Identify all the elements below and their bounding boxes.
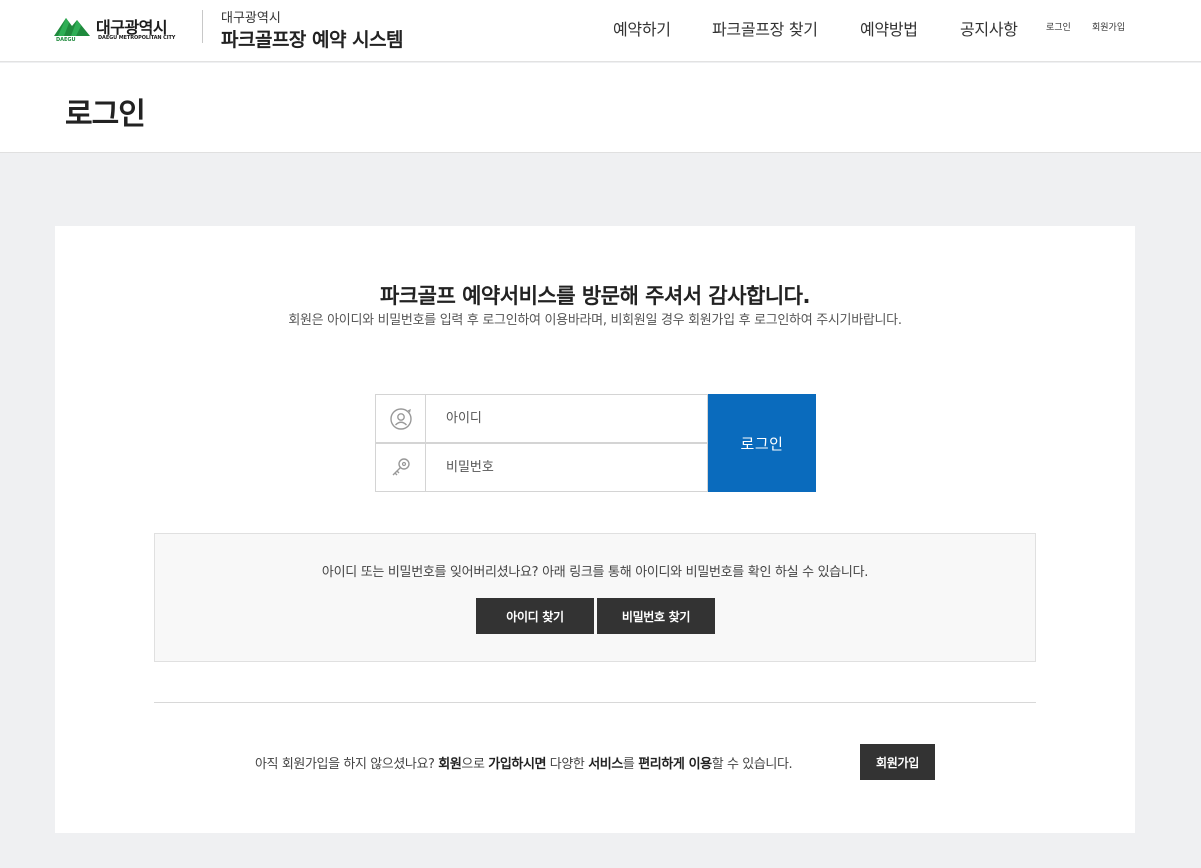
site-name[interactable]: 파크골프장 예약 시스템 bbox=[221, 25, 404, 52]
nav-item-notices[interactable]: 공지사항 bbox=[960, 16, 1018, 40]
find-account-text: 아이디 또는 비밀번호를 잊어버리셨나요? 아래 링크를 통해 아이디와 비밀번… bbox=[321, 565, 869, 580]
password-input[interactable] bbox=[427, 444, 707, 491]
key-icon bbox=[376, 444, 426, 491]
login-button[interactable]: 로그인 bbox=[708, 394, 816, 492]
site-header: DAEGU 대구광역시 DAEGU METROPOLITAN CITY 대구광역… bbox=[0, 0, 1201, 62]
nav-item-reservation[interactable]: 예약하기 bbox=[613, 16, 671, 40]
logo-subtext: DAEGU METROPOLITAN CITY bbox=[98, 35, 176, 41]
page-title: 로그인 bbox=[65, 97, 146, 132]
welcome-title: 파크골프 예약서비스를 방문해 주셔서 감사합니다. bbox=[380, 284, 810, 308]
login-card: 파크골프 예약서비스를 방문해 주셔서 감사합니다. 회원은 아이디와 비밀번호… bbox=[55, 226, 1135, 833]
site-city: 대구광역시 bbox=[221, 11, 281, 26]
join-button[interactable]: 회원가입 bbox=[860, 744, 935, 780]
login-form: 로그인 bbox=[375, 394, 816, 492]
header-join-link[interactable]: 회원가입 bbox=[1092, 20, 1125, 33]
nav-item-find-course[interactable]: 파크골프장 찾기 bbox=[712, 16, 818, 40]
find-account-box: 아이디 또는 비밀번호를 잊어버리셨나요? 아래 링크를 통해 아이디와 비밀번… bbox=[154, 533, 1036, 662]
join-prompt-text: 아직 회원가입을 하지 않으셨나요? 회원으로 가입하시면 다양한 서비스를 편… bbox=[255, 757, 793, 772]
daegu-logo[interactable]: DAEGU 대구광역시 DAEGU METROPOLITAN CITY bbox=[54, 14, 186, 44]
header-divider bbox=[202, 10, 203, 43]
join-prompt: 아직 회원가입을 하지 않으셨나요? 회원으로 가입하시면 다양한 서비스를 편… bbox=[255, 744, 995, 780]
nav-item-how-to-reserve[interactable]: 예약방법 bbox=[860, 16, 918, 40]
find-password-button[interactable]: 비밀번호 찾기 bbox=[597, 598, 715, 634]
password-field-row bbox=[375, 443, 708, 492]
id-input[interactable] bbox=[427, 395, 707, 442]
logo-badge-text: DAEGU bbox=[56, 37, 76, 43]
section-divider bbox=[154, 702, 1036, 703]
page-title-band: 로그인 bbox=[0, 63, 1201, 153]
user-icon bbox=[376, 395, 426, 442]
find-id-button[interactable]: 아이디 찾기 bbox=[476, 598, 594, 634]
welcome-subtitle: 회원은 아이디와 비밀번호를 입력 후 로그인하여 이용바라며, 비회원일 경우… bbox=[288, 313, 902, 328]
id-field-row bbox=[375, 394, 708, 443]
header-login-link[interactable]: 로그인 bbox=[1046, 20, 1071, 33]
